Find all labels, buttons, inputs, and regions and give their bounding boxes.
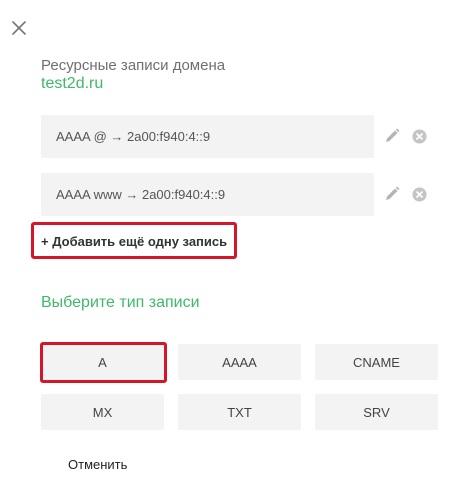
delete-record-button[interactable] — [412, 187, 427, 202]
type-button-txt[interactable]: TXT — [178, 394, 301, 430]
close-button[interactable] — [8, 17, 30, 39]
edit-record-button[interactable] — [384, 186, 400, 202]
remove-circle-icon — [412, 129, 427, 144]
record-item: AAAA www → 2a00:f940:4::9 — [41, 173, 374, 216]
cancel-button[interactable]: Отменить — [68, 457, 127, 472]
record-type-title: Выберите тип записи — [41, 294, 200, 311]
type-button-aaaa[interactable]: AAAA — [178, 344, 301, 380]
type-button-srv[interactable]: SRV — [315, 394, 438, 430]
close-icon — [12, 21, 26, 35]
record-text: AAAA www → 2a00:f940:4::9 — [56, 187, 226, 202]
pencil-icon — [386, 128, 400, 142]
add-record-link[interactable]: + Добавить ещё одну запись — [41, 234, 227, 249]
edit-record-button[interactable] — [384, 128, 400, 144]
record-text: AAAA @ → 2a00:f940:4::9 — [56, 129, 211, 144]
domain-name: test2d.ru — [41, 75, 104, 92]
dialog-title: Ресурсные записи домена — [41, 57, 226, 74]
record-item: AAAA @ → 2a00:f940:4::9 — [41, 115, 374, 158]
type-button-mx[interactable]: MX — [41, 394, 164, 430]
type-button-cname[interactable]: CNAME — [315, 344, 438, 380]
remove-circle-icon — [412, 187, 427, 202]
delete-record-button[interactable] — [412, 129, 427, 144]
pencil-icon — [386, 186, 400, 200]
type-button-a[interactable]: A — [41, 344, 164, 380]
